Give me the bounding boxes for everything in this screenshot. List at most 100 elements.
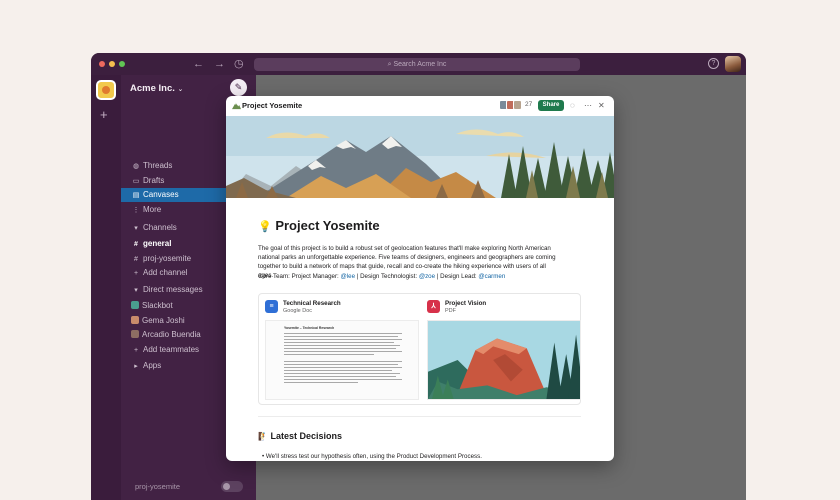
text-line [284,345,400,347]
hash-icon: # [134,241,138,248]
close-window-icon[interactable] [99,61,105,67]
huddle-toggle[interactable] [221,481,243,492]
sidebar-item-label: Threads [143,161,173,170]
text-line [284,376,396,378]
history-clock-icon[interactable]: ◷ [234,57,244,71]
bullet-dot: • [262,453,265,460]
member-avatars[interactable] [499,100,523,111]
google-doc-icon: ≡ [265,300,278,313]
section-label: Apps [143,361,162,370]
avatar [131,330,139,338]
canvas-modal: Project Yosemite 27 Share ◌ ⋯ ✕ 💡 Projec… [226,96,614,461]
text-line [284,333,402,335]
sidebar-item-label: Canvases [143,190,179,199]
threads-icon: ◍ [132,163,140,170]
channel-label: general [143,239,172,248]
dm-label: Arcadio Buendia [142,330,201,339]
plus-icon: + [133,347,139,354]
card-title: Technical Research [283,300,341,307]
list-item: • We'll stress test our hypothesis often… [262,453,482,460]
workspace-name-label: Acme Inc. [130,83,175,94]
user-avatar[interactable] [725,56,741,72]
role-label: Design Technologist: [360,273,418,280]
more-options-icon[interactable]: ⋯ [584,100,592,111]
text-line [284,348,396,350]
minimize-window-icon[interactable] [109,61,115,67]
card-subtitle: Google Doc [283,308,313,314]
doc-title-text: Project Yosemite [275,218,380,233]
footer-channel-name: proj-yosemite [135,482,181,491]
header-illustration [226,116,614,198]
climber-icon: 🧗 [258,432,268,441]
text-line [284,351,402,353]
sidebar-item-label: More [143,205,162,214]
text-line [284,373,400,375]
canvases-icon: ▤ [132,192,140,199]
maximize-window-icon[interactable] [119,61,125,67]
canvas-title: Project Yosemite [242,101,303,110]
canvas-header: Project Yosemite 27 Share ◌ ⋯ ✕ [226,96,614,116]
caret-down-icon: ▾ [134,225,138,232]
more-icon: ⋮ [132,207,140,214]
avatar [131,316,139,324]
dm-label: Slackbot [142,301,173,310]
card-subtitle: PDF [445,308,456,314]
search-placeholder: Search Acme Inc [393,61,447,68]
role-label: Project Manager: [291,273,339,280]
hash-icon: # [134,256,138,263]
search-input[interactable]: ⌕ Search Acme Inc [254,58,580,71]
doc-preview: Yosemite – Technical Research [265,320,419,400]
comment-icon[interactable]: ◌ [570,100,575,111]
caret-down-icon: ▾ [134,287,138,294]
heading-text: Latest Decisions [270,431,343,441]
separator: | [436,273,439,280]
add-channel-label: Add channel [143,268,188,277]
latest-decisions-heading: 🧗 Latest Decisions [258,431,342,441]
list-item-text: We'll stress test our hypothesis often, … [265,453,482,460]
avatar [513,100,522,110]
separator: | [356,273,359,280]
text-line [284,361,402,363]
title-bar: ← → ◷ ⌕ Search Acme Inc ? [91,53,746,75]
sidebar-item-label: Drafts [143,176,165,185]
drafts-icon: ▭ [132,178,140,185]
doc-title: 💡 Project Yosemite [258,218,380,233]
text-line [284,342,394,344]
caret-right-icon: ▸ [134,363,138,370]
preview-title: Yosemite – Technical Research [284,326,335,330]
text-line [284,354,374,356]
text-line [284,367,402,369]
card-title: Project Vision [445,300,487,307]
mention-link[interactable]: @carmen [478,273,505,280]
workspace-name[interactable]: Acme Inc. ⌄ [130,83,183,94]
workspace-icon[interactable] [96,80,116,100]
vision-illustration [427,320,581,400]
forward-arrow-icon[interactable]: → [214,57,225,71]
close-icon[interactable]: ✕ [598,100,605,111]
attachment-cards: ≡ Technical Research Google Doc Yosemite… [258,293,581,405]
card-technical-research[interactable]: ≡ Technical Research Google Doc Yosemite… [265,300,419,400]
member-count: 27 [525,101,533,108]
core-team-line: Core Team: Project Manager: @lee | Desig… [258,273,505,280]
role-label: Design Lead: [440,273,477,280]
avatar [131,301,139,309]
dm-label: Gema Joshi [142,316,185,325]
share-button[interactable]: Share [538,100,564,111]
mention-link[interactable]: @lee [340,273,355,280]
text-line [284,379,402,381]
add-workspace-icon[interactable]: + [100,107,108,122]
back-arrow-icon[interactable]: ← [193,57,204,71]
add-teammates-label: Add teammates [143,345,200,354]
compose-icon[interactable]: ✎ [230,79,247,96]
mention-link[interactable]: @zoe [419,273,435,280]
card-project-vision[interactable]: ⅄ Project Vision PDF [427,300,581,400]
workspace-rail: + [91,75,121,500]
text-line [284,336,398,338]
pdf-icon: ⅄ [427,300,440,313]
divider [258,416,581,417]
help-icon[interactable]: ? [708,58,719,69]
text-line [284,382,358,384]
section-label: Channels [143,223,177,232]
core-team-label: Core Team: [258,273,290,280]
section-label: Direct messages [143,285,203,294]
